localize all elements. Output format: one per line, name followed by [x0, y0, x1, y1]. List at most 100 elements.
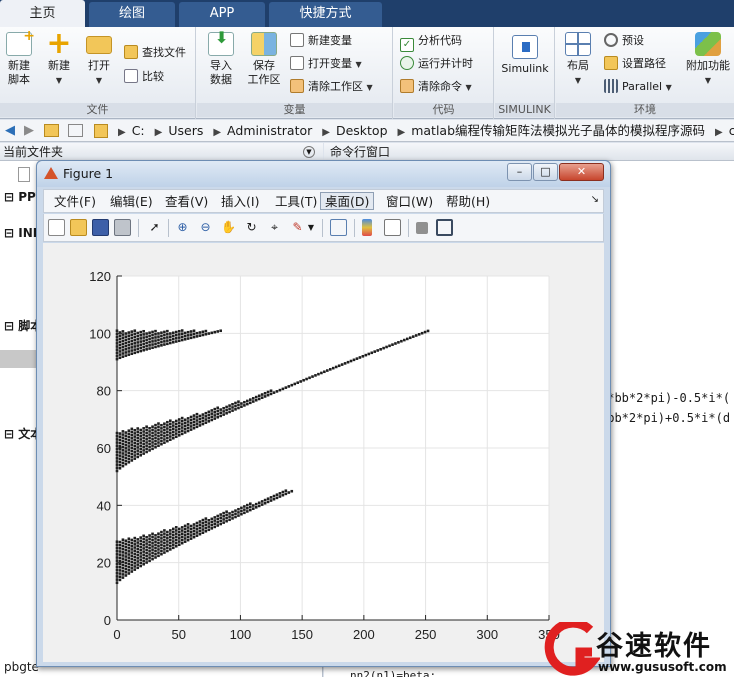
data-cursor-icon[interactable]: ⌖ [266, 219, 283, 236]
simulink-group: Simulink SIMULINK [495, 27, 555, 119]
minimize-button[interactable]: – [507, 163, 532, 181]
plot-svg[interactable]: 0 50 100 150 200 250 300 350020406080100120 [43, 243, 604, 662]
colorbar-icon[interactable] [362, 219, 372, 236]
zoom-out-icon[interactable]: ⊖ [197, 219, 214, 236]
browse-folder-icon[interactable] [68, 124, 83, 137]
clear-workspace-button[interactable]: 清除工作区 ▼ [290, 78, 373, 96]
tab-apps[interactable]: APP [179, 2, 265, 27]
open-label: 打开 [88, 59, 110, 72]
data-point [246, 503, 249, 507]
new-button[interactable]: + 新建 ▼ [42, 29, 76, 88]
data-point [287, 491, 291, 494]
code-line[interactable]: nn2(n1)=beta; [350, 669, 436, 677]
menu-edit[interactable]: 编辑(E) [106, 193, 157, 211]
data-point [201, 422, 205, 426]
new-variable-button[interactable]: 新建变量 [290, 32, 352, 50]
simulink-button[interactable]: Simulink [498, 35, 552, 76]
code-line[interactable]: *bb*2*pi)+0.5*i*(d [600, 411, 730, 425]
panel-menu-icon[interactable]: ▼ [303, 146, 315, 158]
menu-desktop[interactable]: 桌面(D) [320, 192, 375, 210]
import-data-button[interactable]: ⬇ 导入 数据 [201, 30, 241, 87]
analyze-code-button[interactable]: ✓ 分析代码 [400, 32, 462, 52]
data-point [118, 334, 122, 337]
tab-home[interactable]: 主页 [0, 0, 85, 27]
data-point [118, 337, 122, 341]
zoom-in-icon[interactable]: ⊕ [174, 219, 191, 236]
link-plot-icon[interactable] [330, 219, 347, 236]
close-button[interactable]: ✕ [559, 163, 604, 181]
data-point [163, 544, 166, 548]
find-files-button[interactable]: 查找文件 [124, 44, 186, 62]
brush-icon[interactable]: ✎ [289, 219, 306, 236]
pointer-icon[interactable]: ➚ [146, 219, 163, 236]
data-point [127, 432, 131, 436]
menu-window[interactable]: 窗口(W) [382, 193, 437, 211]
selected-row[interactable] [0, 350, 36, 368]
breadcrumb-item[interactable]: Users [168, 123, 203, 138]
forward-arrow-icon[interactable]: ▶ [21, 123, 37, 139]
data-point [142, 329, 145, 333]
breadcrumb-item[interactable]: matlab编程传输矩阵法模拟光子晶体的模拟程序源码 [411, 123, 705, 138]
pan-hand-icon[interactable]: ✋ [220, 219, 237, 236]
data-point [163, 529, 166, 532]
back-arrow-icon[interactable]: ◀ [2, 123, 18, 139]
parallel-button[interactable]: Parallel ▼ [604, 78, 672, 96]
up-folder-icon[interactable] [44, 124, 59, 137]
data-point [142, 556, 145, 560]
menu-view[interactable]: 查看(V) [161, 193, 212, 211]
data-point [118, 578, 122, 582]
data-point [163, 336, 166, 340]
preferences-button[interactable]: 预设 [604, 32, 644, 50]
clear-commands-button[interactable]: 清除命令 ▼ [400, 78, 472, 96]
data-point [145, 558, 148, 561]
data-point [133, 342, 137, 345]
data-point [121, 551, 125, 554]
data-point [302, 378, 305, 382]
rotate-3d-icon[interactable]: ↻ [243, 219, 260, 236]
breadcrumb-item[interactable]: C: [132, 123, 145, 138]
breadcrumb-item[interactable]: Administrator [227, 123, 312, 138]
data-point [154, 534, 157, 537]
chevron-down-icon[interactable]: ▼ [306, 219, 316, 236]
compare-button[interactable]: 比较 [124, 68, 164, 86]
open-button[interactable]: 打开 ▼ [82, 32, 116, 88]
open-file-icon[interactable] [70, 219, 87, 236]
data-point [171, 527, 175, 531]
set-path-button[interactable]: 设置路径 [604, 55, 666, 73]
data-point [136, 557, 140, 560]
maximize-button[interactable]: □ [533, 163, 558, 181]
tab-plots[interactable]: 绘图 [89, 2, 175, 27]
tab-shortcuts[interactable]: 快捷方式 [269, 2, 382, 27]
save-workspace-button[interactable]: 保存 工作区 [243, 32, 285, 87]
data-point [157, 425, 160, 429]
open-variable-button[interactable]: 打开变量 ▼ [290, 55, 362, 73]
figure-title-bar[interactable]: Figure 1 – □ ✕ [37, 161, 610, 187]
hide-plot-tools-icon[interactable] [416, 222, 428, 234]
legend-icon[interactable] [384, 219, 401, 236]
breadcrumb-item[interactable]: code [729, 123, 734, 138]
menu-tools[interactable]: 工具(T) [271, 193, 321, 211]
addons-button[interactable]: 附加功能 ▼ [684, 32, 732, 88]
data-point [186, 529, 190, 532]
figure-window[interactable]: Figure 1 – □ ✕ 文件(F) 编辑(E) 查看(V) 插入(I) 工… [36, 160, 611, 667]
data-point [121, 455, 125, 458]
layout-button[interactable]: 布局 ▼ [560, 32, 596, 88]
menu-insert[interactable]: 插入(I) [217, 193, 263, 211]
menu-file[interactable]: 文件(F) [50, 193, 100, 211]
code-line[interactable]: 2*bb*2*pi)-0.5*i*( [600, 391, 730, 405]
data-point [124, 437, 128, 441]
show-plot-tools-icon[interactable] [436, 219, 453, 236]
run-and-time-button[interactable]: 运行并计时 [400, 55, 473, 73]
data-point [160, 543, 163, 547]
print-icon[interactable] [114, 219, 131, 236]
dock-arrow-icon[interactable]: ↘ [591, 194, 599, 205]
data-point [189, 428, 193, 431]
new-figure-icon[interactable] [48, 219, 65, 236]
data-point [210, 527, 214, 530]
data-point [136, 430, 140, 433]
menu-help[interactable]: 帮助(H) [442, 193, 494, 211]
save-icon[interactable] [92, 219, 109, 236]
breadcrumb-item[interactable]: Desktop [336, 123, 388, 138]
new-script-button[interactable]: + 新建 脚本 [2, 29, 36, 87]
data-point [148, 439, 151, 443]
